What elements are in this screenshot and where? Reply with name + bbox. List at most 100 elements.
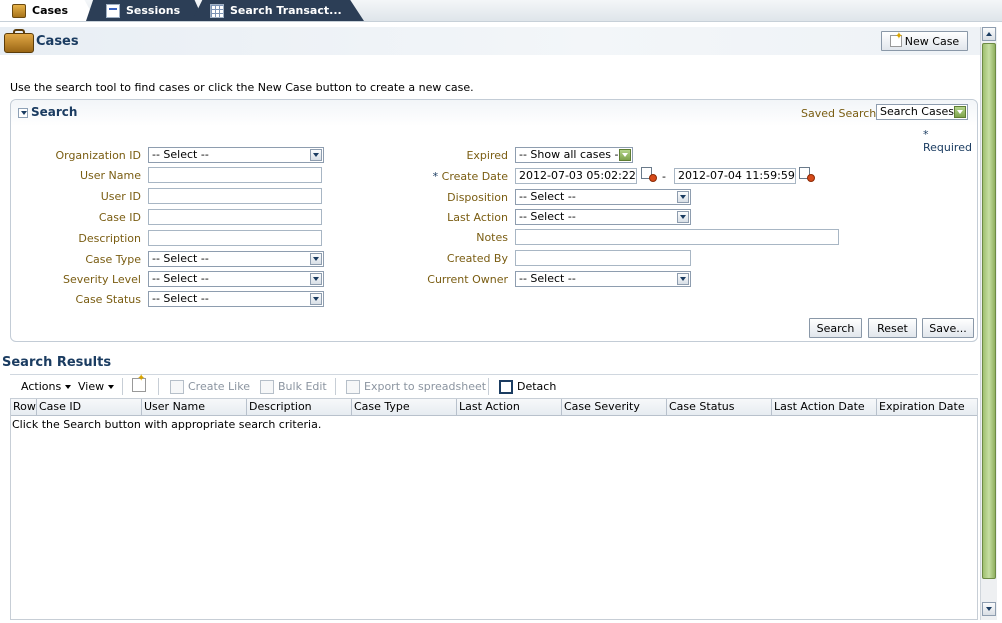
results-toolbar: Actions View Create Like Bulk Edit Expor… (10, 373, 978, 398)
scroll-down-icon[interactable] (982, 602, 996, 616)
tab-cases[interactable]: Cases (0, 0, 96, 21)
table-header: Row Case ID User Name Description Case T… (11, 399, 977, 416)
severity-level-label: Severity Level (63, 273, 141, 286)
organization-id-select[interactable]: -- Select -- (148, 147, 324, 163)
instruction-text: Use the search tool to find cases or cli… (10, 81, 474, 94)
create-date-to-input[interactable]: 2012-07-04 11:59:59 PM (674, 168, 796, 184)
user-id-label: User ID (100, 190, 141, 203)
chevron-down-icon (677, 211, 689, 223)
case-status-select[interactable]: -- Select -- (148, 291, 324, 307)
search-title: Search (31, 105, 78, 119)
sessions-icon (106, 3, 120, 18)
new-row-button[interactable] (132, 373, 150, 392)
toolbar-divider (335, 378, 336, 395)
toolbar-divider (158, 378, 159, 395)
calendar-icon[interactable] (641, 167, 657, 182)
saved-search-select[interactable]: Search Cases (876, 104, 968, 120)
new-icon (132, 373, 146, 392)
toolbar-divider (122, 378, 123, 395)
toolbar-divider (488, 378, 489, 395)
column-header-case-status[interactable]: Case Status (667, 399, 772, 416)
export-spreadsheet-button[interactable]: Export to spreadsheet (346, 380, 486, 394)
user-name-label: User Name (79, 169, 141, 182)
actions-menu[interactable]: Actions (21, 380, 72, 393)
case-status-label: Case Status (75, 293, 141, 306)
scroll-thumb[interactable] (982, 43, 996, 579)
last-action-select[interactable]: -- Select -- (515, 209, 691, 225)
column-header-row[interactable]: Row (11, 399, 37, 416)
tab-sessions[interactable]: Sessions (86, 0, 204, 21)
briefcase-icon (12, 3, 26, 18)
column-header-user-name[interactable]: User Name (142, 399, 247, 416)
create-date-from-input[interactable]: 2012-07-03 05:02:22 AM (515, 168, 637, 184)
chevron-down-icon (954, 106, 966, 118)
current-owner-label: Current Owner (427, 273, 508, 286)
last-action-label: Last Action (447, 211, 508, 224)
required-note: * Required (923, 128, 972, 154)
user-name-input[interactable] (148, 167, 322, 183)
description-input[interactable] (148, 230, 322, 246)
notes-input[interactable] (515, 229, 839, 245)
created-by-label: Created By (446, 252, 508, 265)
column-header-last-action[interactable]: Last Action (457, 399, 562, 416)
empty-results-message: Click the Search button with appropriate… (12, 418, 322, 431)
detach-button[interactable]: Detach (499, 380, 556, 394)
column-header-case-severity[interactable]: Case Severity (562, 399, 667, 416)
disposition-select[interactable]: -- Select -- (515, 189, 691, 205)
chevron-down-icon (310, 293, 322, 305)
detach-icon (499, 380, 513, 394)
scroll-up-icon[interactable] (982, 27, 996, 41)
column-header-expiration-date[interactable]: Expiration Date (877, 399, 977, 416)
case-id-input[interactable] (148, 209, 322, 225)
vertical-scrollbar[interactable] (980, 27, 997, 620)
create-date-label: * Create Date (432, 170, 508, 183)
page-title: Cases (36, 34, 79, 49)
copy-icon (170, 380, 184, 394)
case-id-label: Case ID (98, 211, 141, 224)
create-like-button[interactable]: Create Like (170, 380, 250, 394)
folder-icon (260, 380, 274, 394)
column-header-case-type[interactable]: Case Type (352, 399, 457, 416)
save-button[interactable]: Save... (922, 318, 974, 338)
chevron-down-icon (619, 149, 631, 161)
expired-label: Expired (466, 149, 508, 162)
bulk-edit-button[interactable]: Bulk Edit (260, 380, 327, 394)
organization-id-label: Organization ID (55, 149, 141, 162)
chevron-down-icon (310, 149, 322, 161)
date-range-separator: - (662, 170, 666, 183)
calendar-icon[interactable] (799, 167, 815, 182)
chevron-down-icon (108, 385, 115, 389)
search-panel: Search Saved Search Search Cases * Requi… (10, 99, 978, 342)
case-type-label: Case Type (85, 253, 141, 266)
export-icon (346, 380, 360, 394)
chevron-down-icon (310, 253, 322, 265)
current-owner-select[interactable]: -- Select -- (515, 271, 691, 287)
column-header-last-action-date[interactable]: Last Action Date (772, 399, 877, 416)
disposition-label: Disposition (447, 191, 508, 204)
results-title: Search Results (2, 355, 112, 370)
created-by-input[interactable] (515, 250, 691, 266)
description-label: Description (78, 232, 141, 245)
tab-search-transactions[interactable]: Search Transact... (192, 0, 364, 21)
collapse-icon[interactable] (18, 108, 28, 118)
column-header-description[interactable]: Description (247, 399, 352, 416)
chevron-down-icon (677, 273, 689, 285)
case-type-select[interactable]: -- Select -- (148, 251, 324, 267)
new-icon (889, 31, 903, 47)
severity-level-select[interactable]: -- Select -- (148, 271, 324, 287)
saved-search-label: Saved Search (801, 107, 877, 120)
search-button[interactable]: Search (809, 318, 862, 338)
view-menu[interactable]: View (78, 380, 115, 393)
chevron-down-icon (65, 385, 72, 389)
results-table: Row Case ID User Name Description Case T… (10, 398, 978, 620)
grid-icon (210, 3, 224, 18)
reset-button[interactable]: Reset (868, 318, 917, 338)
user-id-input[interactable] (148, 188, 322, 204)
expired-select[interactable]: -- Show all cases -- (515, 147, 633, 163)
column-header-case-id[interactable]: Case ID (37, 399, 142, 416)
chevron-down-icon (310, 273, 322, 285)
search-panel-header: Search Saved Search Search Cases (11, 100, 977, 126)
new-case-button[interactable]: New Case (881, 31, 968, 51)
top-tab-bar: Cases Sessions Search Transact... (0, 0, 1002, 22)
notes-label: Notes (476, 231, 508, 244)
